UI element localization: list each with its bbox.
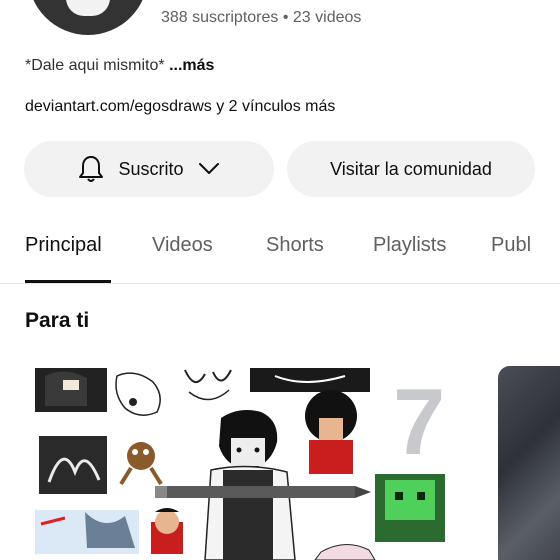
tab-videos[interactable]: Videos xyxy=(152,234,213,257)
section-title: Para ti xyxy=(25,309,90,332)
tab-publicaciones[interactable]: Publ xyxy=(491,234,531,257)
channel-avatar[interactable] xyxy=(28,0,148,35)
tab-principal[interactable]: Principal xyxy=(25,234,102,257)
thumbnail-collage: 7 xyxy=(35,368,445,560)
channel-links[interactable]: deviantart.com/egosdraws y 2 vínculos má… xyxy=(25,98,335,116)
channel-description[interactable]: *Dale aqui mismito* ...más xyxy=(25,57,214,75)
avatar-detail xyxy=(66,0,110,16)
video-count: 23 videos xyxy=(292,9,362,26)
video-thumbnail[interactable]: 7 xyxy=(25,362,481,560)
stats-separator: • xyxy=(282,9,289,26)
visit-community-button[interactable]: Visitar la comunidad xyxy=(287,141,535,197)
thumbnail-number: 7 xyxy=(393,369,445,474)
chevron-down-icon xyxy=(198,163,219,174)
description-more-link[interactable]: ...más xyxy=(169,57,214,74)
tab-playlists[interactable]: Playlists xyxy=(373,234,446,257)
tab-shorts[interactable]: Shorts xyxy=(266,234,324,257)
channel-stats: 388 suscriptores • 23 videos xyxy=(161,9,361,27)
description-text: *Dale aqui mismito* xyxy=(25,57,165,74)
subscribed-button[interactable]: Suscrito xyxy=(24,141,274,197)
subscriber-count: 388 suscriptores xyxy=(161,9,279,26)
active-tab-indicator xyxy=(25,280,111,283)
bell-icon xyxy=(79,156,104,182)
channel-tabs: Principal Videos Shorts Playlists Publ xyxy=(0,222,560,284)
community-label: Visitar la comunidad xyxy=(330,158,492,179)
video-thumbnail-next[interactable] xyxy=(498,366,560,560)
subscribed-label: Suscrito xyxy=(118,158,184,179)
